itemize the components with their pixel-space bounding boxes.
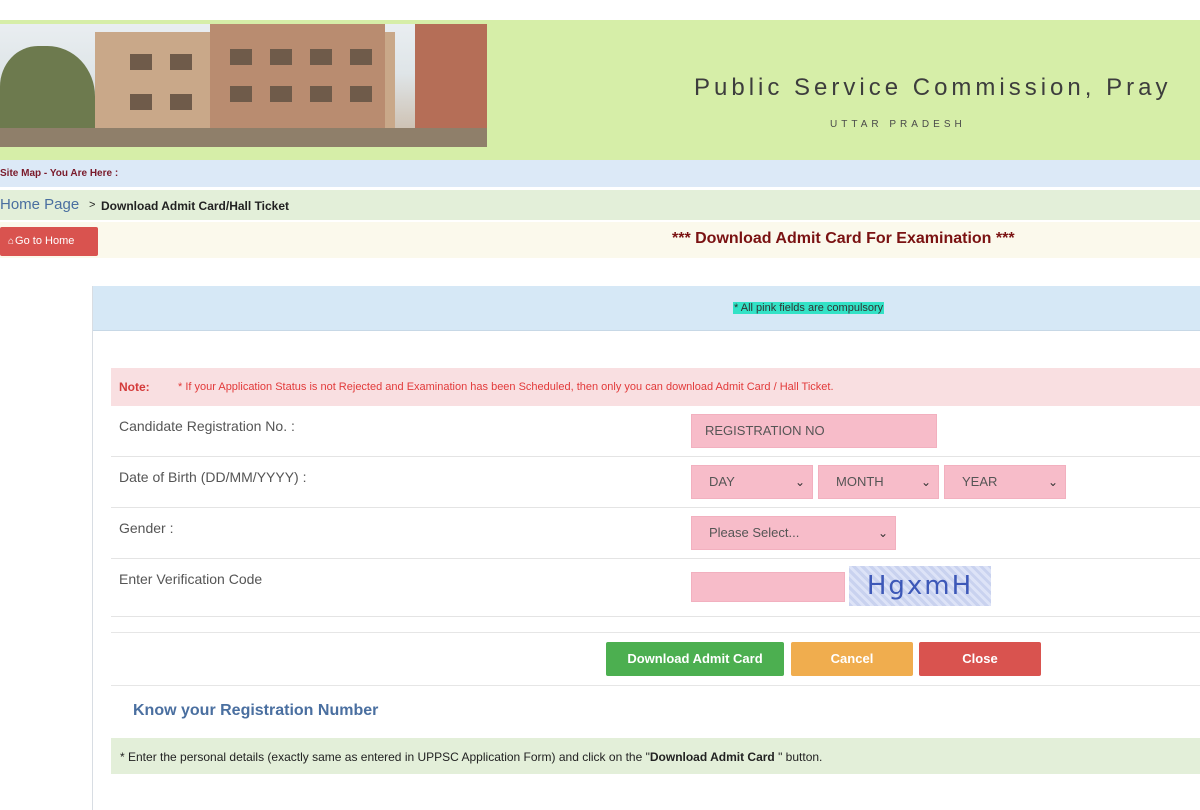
gender-label: Gender : <box>119 520 174 536</box>
breadcrumb: Home Page > Download Admit Card/Hall Tic… <box>0 190 1200 220</box>
download-admit-card-button[interactable]: Download Admit Card <box>606 642 784 676</box>
go-to-home-label: Go to Home <box>15 235 75 247</box>
gender-row: Gender : <box>111 508 1200 559</box>
registration-label: Candidate Registration No. : <box>119 418 295 434</box>
page-title: *** Download Admit Card For Examination … <box>672 230 1015 247</box>
commission-title: Public Service Commission, Pray <box>694 74 1172 101</box>
building-photo <box>0 24 487 147</box>
dob-month-select[interactable]: MONTH ⌄ <box>818 465 939 499</box>
chevron-down-icon: ⌄ <box>794 475 805 489</box>
verification-row: Enter Verification Code <box>111 559 1200 617</box>
compulsory-note: * All pink fields are compulsory <box>733 302 885 314</box>
close-button[interactable]: Close <box>919 642 1041 676</box>
dob-year-value: YEAR <box>962 474 998 489</box>
instruction-text-before: * Enter the personal details (exactly sa… <box>120 750 650 764</box>
chevron-down-icon: ⌄ <box>920 475 931 489</box>
admit-card-form: * All pink fields are compulsory Note: *… <box>92 286 1200 810</box>
instruction-text-bold: Download Admit Card <box>649 750 775 764</box>
title-bar: ⌂Go to Home *** Download Admit Card For … <box>0 222 1200 258</box>
dob-month-value: MONTH <box>836 474 884 489</box>
verification-label: Enter Verification Code <box>119 571 263 587</box>
button-row: Download Admit Card Cancel Close <box>111 632 1200 686</box>
home-icon: ⌂ <box>8 236 15 247</box>
sitemap-label: Site Map - You Are Here : <box>0 168 119 179</box>
cancel-button[interactable]: Cancel <box>791 642 913 676</box>
top-strip <box>0 0 1200 22</box>
registration-row: Candidate Registration No. : <box>111 406 1200 457</box>
dob-year-select[interactable]: YEAR ⌄ <box>944 465 1066 499</box>
registration-input[interactable]: REGISTRATION NO <box>691 414 937 448</box>
instruction-text: * Enter the personal details (exactly sa… <box>120 750 822 764</box>
gender-select[interactable]: Please Select... ⌄ <box>691 516 896 550</box>
dob-label: Date of Birth (DD/MM/YYYY) : <box>119 469 307 485</box>
note-label: Note: <box>119 380 150 394</box>
sitemap-bar: Site Map - You Are Here : <box>0 160 1200 187</box>
dob-day-value: DAY <box>709 474 735 489</box>
form-header: * All pink fields are compulsory <box>93 286 1200 331</box>
note-text: * If your Application Status is not Reje… <box>178 381 834 393</box>
breadcrumb-home-link[interactable]: Home Page <box>0 196 79 213</box>
go-to-home-button[interactable]: ⌂Go to Home <box>0 227 98 256</box>
state-subtitle: UTTAR PRADESH <box>830 119 966 130</box>
header-banner: Public Service Commission, Pray UTTAR PR… <box>0 20 1200 160</box>
verification-input[interactable] <box>691 572 845 602</box>
note-bar: Note: * If your Application Status is no… <box>111 368 1200 406</box>
instruction-text-after: " button. <box>774 750 823 764</box>
chevron-down-icon: ⌄ <box>1047 475 1058 489</box>
dob-day-select[interactable]: DAY ⌄ <box>691 465 813 499</box>
chevron-down-icon: ⌄ <box>877 526 888 540</box>
instruction-note: * Enter the personal details (exactly sa… <box>111 738 1200 774</box>
captcha-image: HgxmH <box>849 566 991 606</box>
breadcrumb-current: Download Admit Card/Hall Ticket <box>101 199 290 213</box>
know-registration-link[interactable]: Know your Registration Number <box>133 702 378 720</box>
gender-value: Please Select... <box>709 525 800 540</box>
breadcrumb-separator: > <box>89 199 96 211</box>
